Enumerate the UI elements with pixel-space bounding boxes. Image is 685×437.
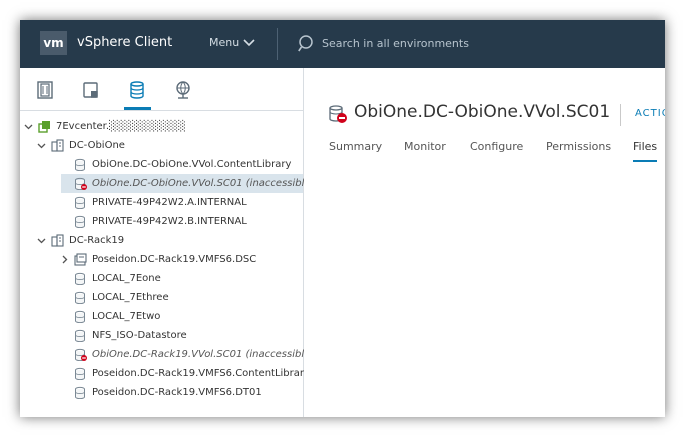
tree-item[interactable]: LOCAL_7Ethree (20, 288, 303, 307)
tree-item[interactable]: 7Evcenter.░░░░░░░░░░ (20, 117, 303, 136)
tree-item-label: DC-ObiOne (69, 140, 125, 151)
tree-item-label: LOCAL_7Etwo (92, 311, 161, 322)
top-header: vm vSphere Client Menu Search in all env… (20, 20, 665, 68)
tree-item-label: 7Evcenter.░░░░░░░░░░ (56, 121, 186, 132)
datastore-cluster-icon (74, 253, 87, 266)
tree-item-label: DC-Rack19 (69, 235, 125, 246)
tree-item[interactable]: ObiOne.DC-ObiOne.VVol.SC01 (inaccessible… (61, 174, 314, 193)
tree-item[interactable]: PRIVATE-49P42W2.B.INTERNAL (20, 212, 303, 231)
datastore-icon (75, 215, 85, 228)
actions-menu-button[interactable]: ACTIO (635, 108, 665, 119)
datastore-icon (75, 329, 85, 342)
app-title[interactable]: vSphere Client (77, 35, 172, 50)
tree-item[interactable]: DC-Rack19 (20, 231, 303, 250)
tree-item-label: PRIVATE-49P42W2.B.INTERNAL (92, 216, 247, 227)
object-tabs: Summary Monitor Configure Permissions Files (329, 140, 665, 164)
chevron-right-icon[interactable] (60, 255, 69, 264)
title-separator (620, 104, 621, 126)
datacenter-icon (51, 139, 64, 152)
tree-item[interactable]: LOCAL_7Etwo (20, 307, 303, 326)
tree-item[interactable]: Poseidon.DC-Rack19.VMFS6.DT01 (20, 383, 303, 402)
inventory-sidebar: 7Evcenter.░░░░░░░░░░ DC-ObiOne ObiOne.DC-O… (20, 68, 314, 417)
search-input[interactable]: Search in all environments (322, 37, 469, 50)
menu-button[interactable]: Menu (209, 36, 255, 49)
networking-icon[interactable] (173, 80, 193, 100)
tree-item-label: LOCAL_7Ethree (92, 292, 169, 303)
tree-item-label: NFS_ISO-Datastore (92, 330, 187, 341)
tree-item-label: LOCAL_7Eone (92, 273, 161, 284)
datastore-error-icon (75, 348, 87, 361)
menu-label: Menu (209, 36, 240, 49)
datastore-icon (75, 310, 85, 323)
tree-item[interactable]: PRIVATE-49P42W2.A.INTERNAL (20, 193, 303, 212)
vsphere-window: vm vSphere Client Menu Search in all env… (20, 20, 665, 417)
tab-monitor[interactable]: Monitor (404, 140, 446, 153)
tree-item-label: Poseidon.DC-Rack19.VMFS6.DT01 (92, 387, 262, 398)
tree-item[interactable]: Poseidon.DC-Rack19.VMFS6.ContentLibrar..… (20, 364, 313, 383)
tree-item[interactable]: ObiOne.DC-Rack19.VVol.SC01 (inaccessible… (20, 345, 314, 364)
vcenter-icon (38, 121, 50, 133)
nav-active-indicator (124, 107, 151, 110)
page-title: ObiOne.DC-ObiOne.VVol.SC01 (354, 102, 611, 122)
datastore-error-icon (75, 177, 87, 190)
tab-files[interactable]: Files (633, 140, 657, 153)
tree-item[interactable]: LOCAL_7Eone (20, 269, 303, 288)
datastore-icon (75, 386, 85, 399)
tree-item[interactable]: NFS_ISO-Datastore (20, 326, 303, 345)
chevron-down-icon[interactable] (37, 141, 46, 150)
header-divider (277, 28, 278, 60)
tree-item[interactable]: Poseidon.DC-Rack19.VMFS6.DSC (20, 250, 303, 269)
active-tab-underline (633, 160, 657, 162)
tree-item-label: PRIVATE-49P42W2.A.INTERNAL (92, 197, 247, 208)
tree-item-label: ObiOne.DC-ObiOne.VVol.ContentLibrary (92, 159, 292, 170)
vms-and-templates-icon[interactable] (81, 80, 101, 100)
datastore-icon (75, 367, 85, 380)
tree-item-label: Poseidon.DC-Rack19.VMFS6.ContentLibrar..… (92, 368, 313, 379)
tab-permissions[interactable]: Permissions (546, 140, 611, 153)
chevron-down-icon[interactable] (37, 236, 46, 245)
vmware-logo[interactable]: vm (40, 31, 67, 55)
datastore-icon (75, 272, 85, 285)
tree-item-label: ObiOne.DC-ObiOne.VVol.SC01 (inaccessible… (92, 178, 315, 189)
tree-item-label: ObiOne.DC-Rack19.VVol.SC01 (inaccessible… (92, 349, 315, 360)
tree-item[interactable]: DC-ObiOne (20, 136, 303, 155)
tree-item[interactable]: ObiOne.DC-ObiOne.VVol.ContentLibrary (20, 155, 303, 174)
chevron-down-icon[interactable] (24, 122, 33, 131)
tab-configure[interactable]: Configure (470, 140, 523, 153)
datastore-icon (75, 196, 85, 209)
tree-item-label: Poseidon.DC-Rack19.VMFS6.DSC (92, 254, 257, 265)
datastore-icon (75, 291, 85, 304)
storage-icon[interactable] (127, 80, 147, 100)
inventory-nav (20, 68, 303, 111)
datastore-icon (75, 158, 85, 171)
datacenter-icon (51, 234, 64, 247)
chevron-down-icon (243, 38, 255, 46)
hosts-and-clusters-icon[interactable] (35, 80, 55, 100)
search-icon[interactable] (298, 34, 316, 54)
datastore-error-icon (329, 105, 347, 123)
main-content: ObiOne.DC-ObiOne.VVol.SC01 ACTIO Summary… (304, 68, 665, 417)
tab-summary[interactable]: Summary (329, 140, 382, 153)
